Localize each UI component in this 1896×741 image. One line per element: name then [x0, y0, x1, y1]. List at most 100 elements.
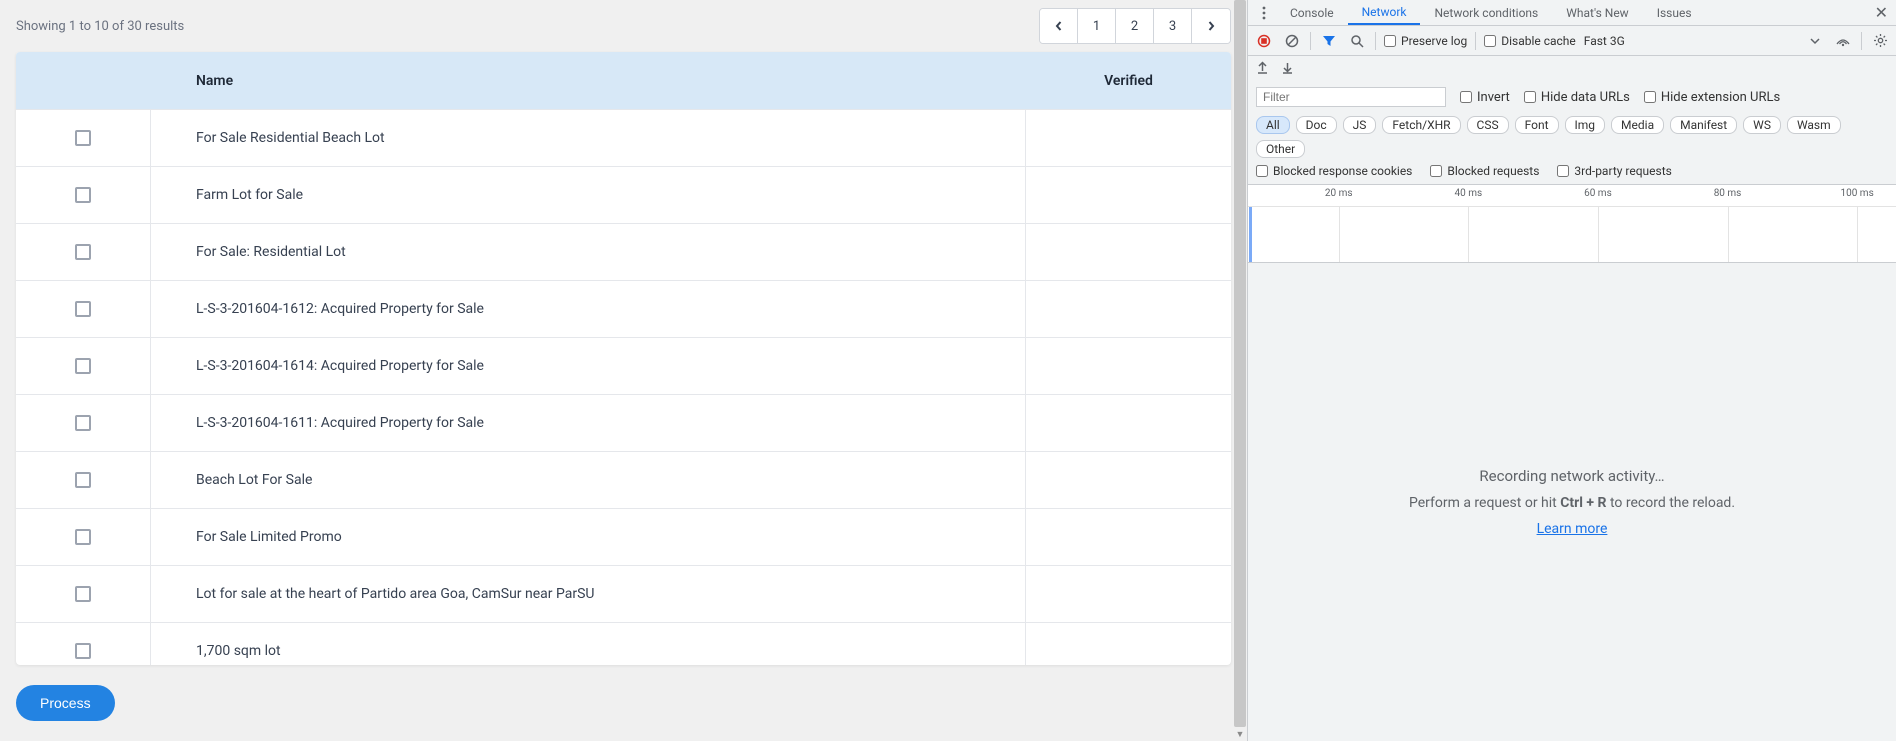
- type-pill-media[interactable]: Media: [1611, 116, 1664, 134]
- pagination: 1 2 3: [1039, 8, 1231, 44]
- download-icon[interactable]: [1281, 61, 1294, 77]
- clear-icon[interactable]: [1282, 31, 1302, 51]
- row-checkbox[interactable]: [75, 244, 91, 260]
- devtools-tab-what-s-new[interactable]: What's New: [1552, 0, 1642, 25]
- type-pill-fetch-xhr[interactable]: Fetch/XHR: [1382, 116, 1460, 134]
- type-pill-other[interactable]: Other: [1256, 140, 1305, 158]
- row-name: Lot for sale at the heart of Partido are…: [196, 586, 595, 602]
- scrollbar-down-arrow[interactable]: ▼: [1233, 727, 1247, 741]
- scrollbar-vertical[interactable]: ▼: [1233, 0, 1247, 741]
- blocked-cookies-checkbox[interactable]: Blocked response cookies: [1256, 164, 1412, 178]
- process-button[interactable]: Process: [16, 685, 115, 721]
- table-row[interactable]: L-S-3-201604-1614: Acquired Property for…: [16, 337, 1231, 394]
- hide-ext-urls-checkbox[interactable]: Hide extension URLs: [1644, 90, 1780, 105]
- throttling-value: Fast 3G: [1584, 34, 1625, 48]
- devtools-tab-network-conditions[interactable]: Network conditions: [1420, 0, 1552, 25]
- row-checkbox[interactable]: [75, 130, 91, 146]
- settings-icon[interactable]: [1870, 31, 1890, 51]
- type-pill-all[interactable]: All: [1256, 116, 1290, 134]
- row-checkbox-cell: [16, 338, 151, 394]
- table-row[interactable]: Lot for sale at the heart of Partido are…: [16, 565, 1231, 622]
- row-checkbox[interactable]: [75, 586, 91, 602]
- row-checkbox[interactable]: [75, 415, 91, 431]
- row-checkbox[interactable]: [75, 529, 91, 545]
- row-checkbox[interactable]: [75, 472, 91, 488]
- pagination-page[interactable]: 1: [1078, 9, 1116, 43]
- pagination-page[interactable]: 2: [1116, 9, 1154, 43]
- row-checkbox[interactable]: [75, 301, 91, 317]
- table-row[interactable]: Farm Lot for Sale: [16, 166, 1231, 223]
- table-row[interactable]: For Sale Residential Beach Lot: [16, 109, 1231, 166]
- timeline-cursor: [1249, 207, 1252, 262]
- type-pill-font[interactable]: Font: [1515, 116, 1559, 134]
- row-checkbox[interactable]: [75, 643, 91, 659]
- type-pill-doc[interactable]: Doc: [1296, 116, 1337, 134]
- row-checkbox[interactable]: [75, 358, 91, 374]
- row-name-cell: L-S-3-201604-1611: Acquired Property for…: [151, 395, 1026, 451]
- filter-row: Invert Hide data URLs Hide extension URL…: [1248, 82, 1896, 112]
- hide-data-urls-checkbox[interactable]: Hide data URLs: [1524, 90, 1630, 105]
- table-row[interactable]: Beach Lot For Sale: [16, 451, 1231, 508]
- third-party-checkbox[interactable]: 3rd-party requests: [1557, 164, 1671, 178]
- type-pill-css[interactable]: CSS: [1467, 116, 1509, 134]
- type-pill-img[interactable]: Img: [1565, 116, 1606, 134]
- network-conditions-icon[interactable]: [1833, 31, 1853, 51]
- blocked-row: Blocked response cookies Blocked request…: [1248, 162, 1896, 185]
- pagination-page[interactable]: 3: [1154, 9, 1192, 43]
- devtools-menu-icon[interactable]: [1252, 6, 1276, 20]
- row-name: L-S-3-201604-1612: Acquired Property for…: [196, 301, 484, 317]
- table-row[interactable]: L-S-3-201604-1612: Acquired Property for…: [16, 280, 1231, 337]
- devtools-tab-issues[interactable]: Issues: [1643, 0, 1706, 25]
- throttling-select[interactable]: Fast 3G: [1584, 34, 1625, 48]
- disable-cache-checkbox[interactable]: Disable cache: [1484, 34, 1576, 48]
- pagination-prev[interactable]: [1040, 9, 1078, 43]
- devtools-close-icon[interactable]: ✕: [1875, 3, 1888, 22]
- record-icon[interactable]: [1254, 31, 1274, 51]
- table-row[interactable]: For Sale: Residential Lot: [16, 223, 1231, 280]
- search-icon[interactable]: [1347, 31, 1367, 51]
- chevron-left-icon: [1054, 21, 1064, 31]
- col-verified-header[interactable]: Verified: [1026, 73, 1231, 89]
- scrollbar-thumb[interactable]: [1234, 0, 1246, 727]
- learn-more-link[interactable]: Learn more: [1537, 521, 1608, 537]
- pagination-next[interactable]: [1192, 9, 1230, 43]
- row-name: L-S-3-201604-1611: Acquired Property for…: [196, 415, 484, 431]
- row-checkbox-cell: [16, 452, 151, 508]
- timeline-tick: 100 ms: [1840, 188, 1873, 199]
- results-table: Name Verified For Sale Residential Beach…: [16, 52, 1231, 665]
- table-row[interactable]: 1,700 sqm lot: [16, 622, 1231, 665]
- row-name-cell: Beach Lot For Sale: [151, 452, 1026, 508]
- app-main: Showing 1 to 10 of 30 results 1 2 3 Name…: [0, 0, 1247, 741]
- results-count: Showing 1 to 10 of 30 results: [16, 19, 184, 34]
- filter-icon[interactable]: [1319, 31, 1339, 51]
- chevron-right-icon: [1206, 21, 1216, 31]
- devtools-panel: ConsoleNetworkNetwork conditionsWhat's N…: [1247, 0, 1896, 741]
- upload-icon[interactable]: [1256, 61, 1269, 77]
- col-name-header[interactable]: Name: [151, 73, 1026, 89]
- type-pill-ws[interactable]: WS: [1743, 116, 1781, 134]
- devtools-tabs: ConsoleNetworkNetwork conditionsWhat's N…: [1248, 0, 1896, 26]
- row-name-cell: For Sale: Residential Lot: [151, 224, 1026, 280]
- preserve-log-checkbox[interactable]: Preserve log: [1384, 34, 1467, 48]
- blocked-requests-checkbox[interactable]: Blocked requests: [1430, 164, 1539, 178]
- type-pill-wasm[interactable]: Wasm: [1787, 116, 1841, 134]
- type-pill-manifest[interactable]: Manifest: [1670, 116, 1737, 134]
- results-bar: Showing 1 to 10 of 30 results 1 2 3: [0, 0, 1247, 52]
- invert-checkbox[interactable]: Invert: [1460, 90, 1510, 105]
- row-checkbox-cell: [16, 509, 151, 565]
- devtools-tab-console[interactable]: Console: [1276, 0, 1348, 25]
- table-row[interactable]: L-S-3-201604-1611: Acquired Property for…: [16, 394, 1231, 451]
- row-checkbox[interactable]: [75, 187, 91, 203]
- chevron-down-icon[interactable]: [1805, 31, 1825, 51]
- table-row[interactable]: For Sale Limited Promo: [16, 508, 1231, 565]
- resource-type-filter: All Doc JS Fetch/XHR CSS Font Img Media Manifest…: [1248, 112, 1896, 162]
- filter-input[interactable]: [1256, 87, 1446, 107]
- row-checkbox-cell: [16, 281, 151, 337]
- row-name-cell: For Sale Residential Beach Lot: [151, 110, 1026, 166]
- timeline-gridline: [1339, 207, 1340, 262]
- timeline-tick: 40 ms: [1454, 188, 1482, 199]
- network-timeline[interactable]: 20 ms40 ms60 ms80 ms100 ms: [1248, 185, 1896, 263]
- timeline-tick: 20 ms: [1325, 188, 1353, 199]
- type-pill-js[interactable]: JS: [1343, 116, 1377, 134]
- devtools-tab-network[interactable]: Network: [1348, 0, 1421, 25]
